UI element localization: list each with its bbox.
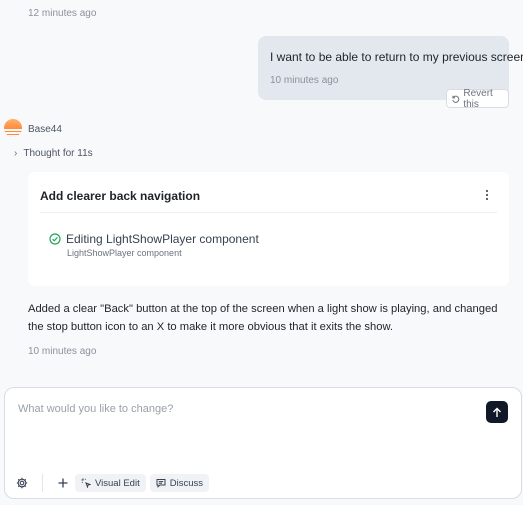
thought-toggle[interactable]: › Thought for 11s <box>14 148 93 159</box>
sparkle-cursor-icon <box>81 478 91 488</box>
more-options-icon[interactable] <box>485 189 489 202</box>
task-card-title: Add clearer back navigation <box>40 189 201 203</box>
task-step-subtitle: LightShowPlayer component <box>67 248 182 258</box>
visual-edit-label: Visual Edit <box>95 477 140 489</box>
chat-icon <box>156 479 166 488</box>
composer[interactable]: What would you like to change? Visual Ed… <box>4 387 522 499</box>
avatar <box>4 119 22 137</box>
discuss-button[interactable]: Discuss <box>149 474 209 492</box>
plus-icon[interactable] <box>55 475 71 491</box>
arrow-up-icon <box>493 407 501 417</box>
thought-label: Thought for 11s <box>23 148 93 159</box>
agent-name: Base44 <box>28 124 62 135</box>
composer-toolbar: Visual Edit Discuss <box>14 474 209 492</box>
card-divider <box>40 212 497 213</box>
chevron-right-icon: › <box>14 148 18 159</box>
toolbar-divider <box>42 474 43 492</box>
check-circle-icon <box>49 233 61 245</box>
task-card: Add clearer back navigation Editing Ligh… <box>28 172 509 286</box>
undo-icon <box>452 95 460 103</box>
discuss-label: Discuss <box>169 477 203 489</box>
task-step: Editing LightShowPlayer component <box>49 232 259 246</box>
settings-icon[interactable] <box>14 475 30 491</box>
user-message-text: I want to be able to return to my previo… <box>270 50 523 64</box>
send-button[interactable] <box>486 401 508 423</box>
user-message-timestamp: 10 minutes ago <box>270 75 339 86</box>
visual-edit-button[interactable]: Visual Edit <box>75 474 146 492</box>
revert-button[interactable]: Revert this <box>446 87 509 110</box>
history-timestamp: 12 minutes ago <box>28 8 97 19</box>
task-step-label: Editing LightShowPlayer component <box>66 232 259 246</box>
agent-reply-timestamp: 10 minutes ago <box>28 346 97 357</box>
composer-input[interactable]: What would you like to change? <box>18 403 173 415</box>
revert-label: Revert this <box>463 87 493 110</box>
agent-reply-text: Added a clear "Back" button at the top o… <box>28 303 498 333</box>
